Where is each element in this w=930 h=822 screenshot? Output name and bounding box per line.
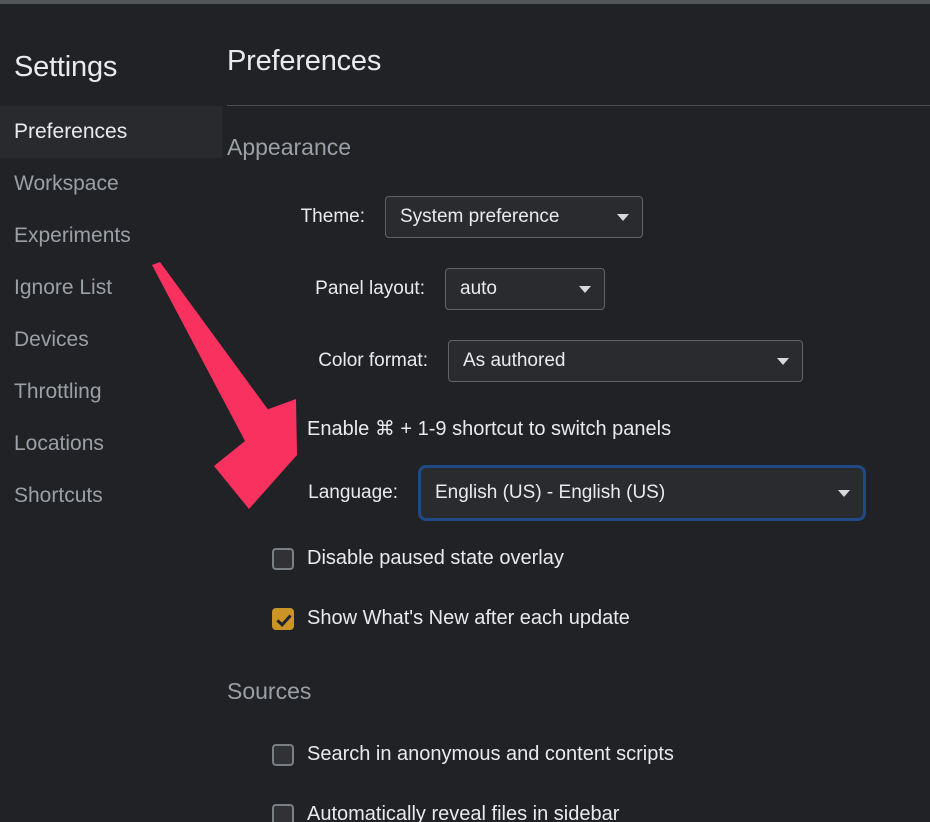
sidebar-item-label: Devices	[14, 328, 89, 351]
color-format-label: Color format:	[318, 350, 428, 371]
sidebar-item-label: Workspace	[14, 172, 119, 195]
setting-row-language: Language: English (US) - English (US)	[265, 465, 866, 521]
sidebar-item-shortcuts[interactable]: Shortcuts	[0, 470, 222, 522]
section-title-appearance: Appearance	[227, 134, 352, 160]
sidebar-item-workspace[interactable]: Workspace	[0, 158, 222, 210]
sidebar-item-label: Throttling	[14, 380, 102, 403]
sidebar-item-label: Shortcuts	[14, 484, 103, 507]
theme-label: Theme:	[300, 206, 365, 227]
panel-layout-select[interactable]: auto	[445, 268, 605, 310]
panel-layout-select-value: auto	[460, 278, 497, 299]
page-title: Preferences	[227, 45, 382, 77]
sidebar-item-label: Locations	[14, 432, 104, 455]
sidebar-item-label: Preferences	[14, 120, 128, 143]
sidebar-item-ignore-list[interactable]: Ignore List	[0, 262, 222, 314]
sidebar-item-experiments[interactable]: Experiments	[0, 210, 222, 262]
show-whats-new-label: Show What's New after each update	[307, 607, 630, 629]
auto-reveal-files-label: Automatically reveal files in sidebar	[307, 803, 620, 822]
language-select-value: English (US) - English (US)	[435, 482, 666, 503]
sidebar-title: Settings	[14, 51, 118, 83]
language-select[interactable]: English (US) - English (US)	[418, 465, 866, 521]
setting-row-show-whats-new[interactable]: Show What's New after each update	[272, 607, 630, 630]
theme-select[interactable]: System preference	[385, 196, 643, 238]
color-format-select[interactable]: As authored	[448, 340, 803, 382]
chevron-down-icon	[777, 358, 789, 365]
disable-paused-overlay-checkbox[interactable]	[272, 547, 294, 570]
search-anonymous-scripts-checkbox[interactable]	[272, 743, 294, 766]
chevron-down-icon	[617, 214, 629, 221]
sidebar-item-devices[interactable]: Devices	[0, 314, 222, 366]
setting-row-search-anonymous-scripts[interactable]: Search in anonymous and content scripts	[272, 743, 674, 766]
auto-reveal-files-checkbox[interactable]	[272, 803, 294, 822]
sidebar-item-label: Ignore List	[14, 276, 113, 299]
search-anonymous-scripts-label: Search in anonymous and content scripts	[307, 743, 674, 765]
color-format-select-value: As authored	[463, 350, 566, 371]
panel-layout-label: Panel layout:	[315, 278, 425, 299]
theme-select-value: System preference	[400, 206, 560, 227]
sidebar-item-preferences[interactable]: Preferences	[0, 106, 222, 158]
sidebar-nav: Preferences Workspace Experiments Ignore…	[0, 106, 222, 522]
enable-panel-shortcut-label: Enable ⌘ + 1-9 shortcut to switch panels	[307, 418, 672, 440]
language-label: Language:	[308, 482, 398, 503]
setting-row-auto-reveal-files[interactable]: Automatically reveal files in sidebar	[272, 803, 619, 822]
chevron-down-icon	[838, 490, 850, 497]
settings-sidebar: Settings Preferences Workspace Experimen…	[0, 7, 222, 822]
setting-row-enable-panel-shortcut[interactable]: Enable ⌘ + 1-9 shortcut to switch panels	[272, 416, 671, 441]
section-title-sources: Sources	[227, 678, 312, 704]
setting-row-color-format: Color format: As authored	[265, 340, 803, 382]
devtools-settings-window: Settings Preferences Workspace Experimen…	[0, 0, 930, 822]
sidebar-item-locations[interactable]: Locations	[0, 418, 222, 470]
disable-paused-overlay-label: Disable paused state overlay	[307, 547, 564, 569]
show-whats-new-checkbox[interactable]	[272, 607, 294, 630]
setting-row-disable-paused-overlay[interactable]: Disable paused state overlay	[272, 547, 564, 570]
setting-row-theme: Theme: System preference	[265, 196, 643, 238]
enable-panel-shortcut-checkbox[interactable]	[272, 417, 294, 440]
header-divider	[227, 105, 930, 106]
setting-row-panel-layout: Panel layout: auto	[265, 268, 605, 310]
sidebar-item-throttling[interactable]: Throttling	[0, 366, 222, 418]
preferences-panel: Preferences Appearance Theme: System pre…	[222, 7, 930, 822]
chevron-down-icon	[579, 286, 591, 293]
sidebar-item-label: Experiments	[14, 224, 131, 247]
